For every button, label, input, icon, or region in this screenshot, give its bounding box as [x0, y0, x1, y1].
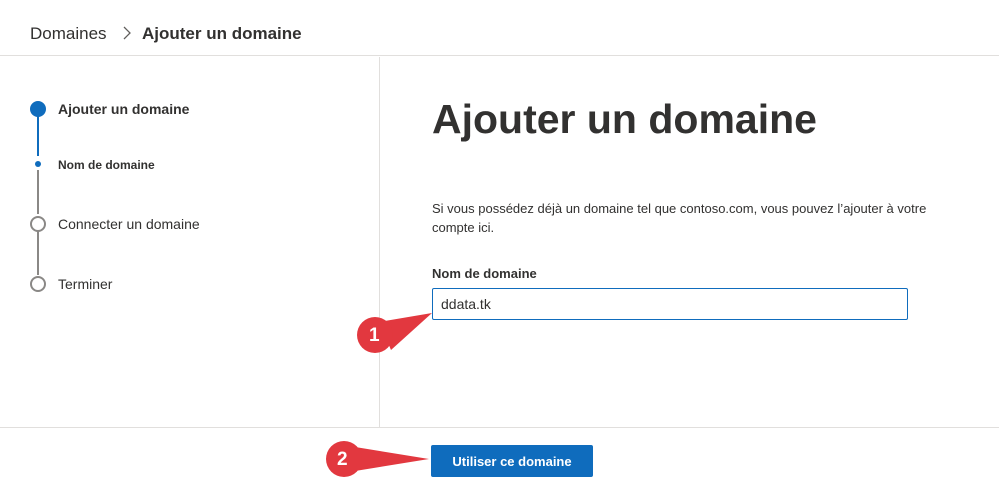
callout-1-number: 1 [369, 325, 380, 346]
breadcrumb: Domaines Ajouter un domaine [0, 0, 999, 56]
step-pending-icon [30, 216, 46, 232]
use-domain-button[interactable]: Utiliser ce domaine [431, 445, 593, 477]
description-text: Si vous possédez déjà un domaine tel que… [432, 201, 927, 235]
breadcrumb-item-domaines[interactable]: Domaines [30, 24, 107, 44]
callout-1-icon [357, 313, 432, 353]
step-current-icon [30, 101, 46, 117]
stepper-connector [37, 116, 39, 156]
step-pending-icon [30, 276, 46, 292]
stepper-connector [37, 170, 39, 214]
substep-current-icon [35, 161, 41, 167]
stepper-connector [37, 231, 39, 275]
page-title: Ajouter un domaine [432, 96, 817, 142]
domain-name-input[interactable] [432, 288, 908, 320]
domain-name-label: Nom de domaine [432, 266, 537, 281]
substep-label-nom: Nom de domaine [58, 158, 155, 172]
step-label-terminer: Terminer [58, 276, 113, 292]
step-label-connecter: Connecter un domaine [58, 216, 200, 232]
chevron-right-icon [123, 26, 131, 40]
step-label-ajouter: Ajouter un domaine [58, 101, 190, 117]
callout-2-number: 2 [337, 449, 348, 470]
breadcrumb-current: Ajouter un domaine [142, 24, 302, 43]
stepper-pane: Ajouter un domaine Nom de domaine Connec… [0, 57, 380, 427]
